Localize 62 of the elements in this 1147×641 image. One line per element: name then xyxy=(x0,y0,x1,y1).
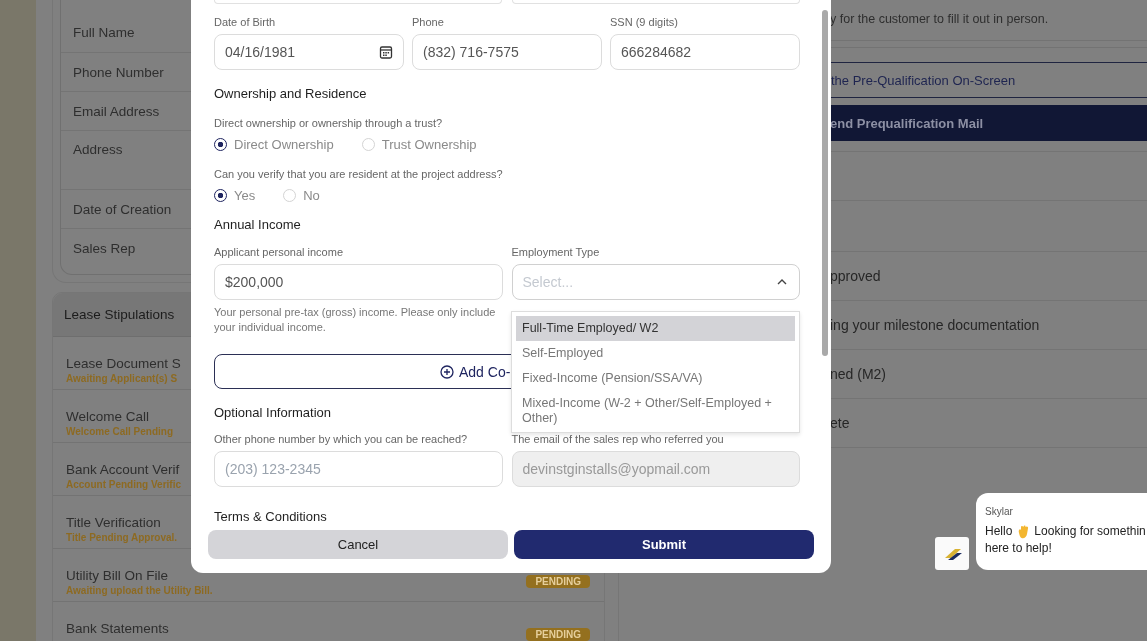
input-field[interactable]: (832) 716-7575 xyxy=(412,34,602,70)
stipulation-note: Account Pending Verific xyxy=(66,479,182,490)
stipulation-title: Lease Document S xyxy=(66,356,181,371)
cancel-button[interactable]: Cancel xyxy=(208,530,508,559)
field-label: The email of the sales rep who referred you xyxy=(511,433,724,447)
radio-label[interactable]: No xyxy=(303,188,320,203)
stipulation-note: Welcome Call Pending xyxy=(66,426,174,437)
milestone-label: ete xyxy=(830,415,850,431)
milestone-label: ing your milestone documentation xyxy=(830,317,1040,333)
field-label: Date of Birth xyxy=(214,16,276,30)
stipulation-note: Title Pending Approval. xyxy=(66,532,178,543)
milestone-label: pproved xyxy=(830,268,881,284)
field-label: Employment Type xyxy=(511,246,600,260)
field-label: Phone Number xyxy=(73,64,164,80)
stipulation-note: Awaiting Applicant(s) S xyxy=(66,373,179,384)
stipulation-title: Title Verification xyxy=(66,515,162,530)
stipulation-title: Bank Statements xyxy=(66,621,169,636)
sender-name: Skylar xyxy=(985,506,1014,517)
dropdown-option[interactable]: Full-Time Employed/ W2 xyxy=(516,316,795,341)
status-badge: PENDING xyxy=(526,575,590,588)
section-heading: Terms & Conditions xyxy=(214,509,327,524)
stipulation-title: Welcome Call xyxy=(66,409,151,424)
stipulation-title: Bank Account Verif xyxy=(66,462,181,477)
section-heading: Annual Income xyxy=(214,217,301,232)
field-label: Sales Rep xyxy=(73,240,136,256)
chat-message: Hello xyxy=(985,523,1013,540)
section-heading: Optional Information xyxy=(214,405,332,420)
radio-label[interactable]: Trust Ownership xyxy=(381,137,477,152)
help-text: Your personal pre-tax (gross) income. Please only include your individual income. xyxy=(214,305,497,335)
radio-button[interactable] xyxy=(214,138,227,151)
field-label: Email Address xyxy=(73,103,160,119)
field-label: Date of Creation xyxy=(73,201,172,217)
question-text: Direct ownership or ownership through a trust? xyxy=(214,117,443,129)
field-label: Phone xyxy=(412,16,444,30)
input-field[interactable]: $200,000 xyxy=(214,264,503,300)
field-label: Other phone number by which you can be reached? xyxy=(214,433,468,447)
chat-message: Looking for somethin xyxy=(1034,523,1146,540)
field-label: Applicant personal income xyxy=(214,246,344,260)
question-text: Can you verify that you are resident at the project address? xyxy=(214,168,503,180)
section-heading: Ownership and Residence xyxy=(214,86,367,101)
milestone-label: ned (M2) xyxy=(830,366,887,382)
dropdown-option[interactable]: Fixed-Income (Pension/SSA/VA) xyxy=(516,366,795,391)
stipulation-title: Utility Bill On File xyxy=(66,568,169,583)
field-label: SSN (9 digits) xyxy=(610,16,678,30)
status-badge: PENDING xyxy=(526,628,590,641)
chat-message: here to help! xyxy=(985,540,1052,557)
scrollbar-thumb[interactable] xyxy=(822,10,828,356)
radio-label[interactable]: Direct Ownership xyxy=(234,137,334,152)
chevron-up-icon xyxy=(777,279,787,285)
radio-label[interactable]: Yes xyxy=(234,188,256,203)
dropdown-option[interactable]: Mixed-Income (W-2 + Other/Self-Employed + Other) xyxy=(516,391,795,431)
plus-circle-icon xyxy=(440,364,454,379)
chat-logo-icon xyxy=(935,537,969,570)
radio-button[interactable] xyxy=(214,189,227,202)
input-field[interactable]: 04/16/1981 xyxy=(214,34,404,70)
input-field[interactable]: (203) 123-2345 xyxy=(214,451,503,487)
stipulation-note: Awaiting upload the Utility Bill. xyxy=(66,585,213,596)
field-label: Full Name xyxy=(73,25,135,40)
input-field[interactable]: 666284682 xyxy=(610,34,800,70)
calendar-icon xyxy=(379,45,393,59)
field-label: Address xyxy=(73,142,123,157)
submit-button[interactable]: Submit xyxy=(514,530,814,559)
